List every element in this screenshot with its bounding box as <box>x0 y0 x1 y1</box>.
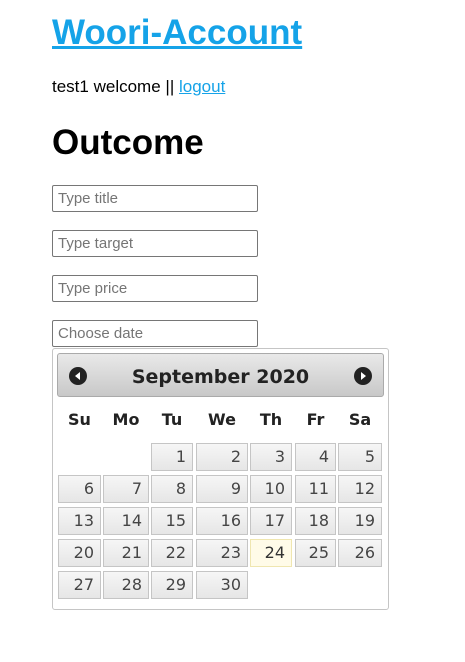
calendar-day[interactable]: 5 <box>338 443 382 471</box>
weekday-header: Mo <box>112 410 140 429</box>
calendar-day[interactable]: 12 <box>338 475 382 503</box>
site-title-link[interactable]: Woori-Account <box>52 13 302 52</box>
calendar-day-today[interactable]: 24 <box>250 539 292 567</box>
calendar-day[interactable]: 29 <box>151 571 193 599</box>
username: test1 <box>52 77 89 96</box>
weekday-header: Su <box>68 410 91 429</box>
date-input[interactable] <box>52 320 258 347</box>
weekday-header: Sa <box>348 410 372 429</box>
site-title: Woori-Account <box>52 8 302 58</box>
user-bar: test1 welcome || logout <box>52 77 225 97</box>
month-year-title: September 2020 <box>131 366 310 388</box>
calendar-day[interactable]: 15 <box>151 507 193 535</box>
calendar-day[interactable]: 2 <box>196 443 248 471</box>
calendar-day[interactable]: 19 <box>338 507 382 535</box>
calendar-day[interactable]: 23 <box>196 539 248 567</box>
calendar-day[interactable]: 18 <box>295 507 336 535</box>
calendar-day[interactable]: 8 <box>151 475 193 503</box>
calendar-day[interactable]: 14 <box>103 507 149 535</box>
calendar-day[interactable]: 11 <box>295 475 336 503</box>
weekday-header: We <box>208 410 236 429</box>
calendar-day[interactable]: 21 <box>103 539 149 567</box>
calendar-day[interactable]: 10 <box>250 475 292 503</box>
page-title: Outcome <box>52 123 204 162</box>
logout-link[interactable]: logout <box>179 77 225 96</box>
calendar-day[interactable]: 3 <box>250 443 292 471</box>
price-input[interactable] <box>52 275 258 302</box>
calendar-day[interactable]: 6 <box>58 475 101 503</box>
weekday-header: Tu <box>161 410 183 429</box>
calendar-day[interactable]: 16 <box>196 507 248 535</box>
title-input[interactable] <box>52 185 258 212</box>
calendar-day[interactable]: 7 <box>103 475 149 503</box>
datepicker-header: September 2020 <box>57 353 384 397</box>
datepicker: September 2020 Su Mo Tu We Th Fr Sa 1 2 3 4 5 6 7 8 9 10… <box>52 348 389 610</box>
calendar-day[interactable]: 20 <box>58 539 101 567</box>
calendar-day[interactable]: 22 <box>151 539 193 567</box>
calendar-day[interactable]: 13 <box>58 507 101 535</box>
calendar-day[interactable]: 27 <box>58 571 101 599</box>
weekday-header: Fr <box>306 410 325 429</box>
calendar-day[interactable]: 30 <box>196 571 248 599</box>
calendar-day[interactable]: 25 <box>295 539 336 567</box>
welcome-text: welcome <box>93 77 161 96</box>
calendar-day[interactable]: 17 <box>250 507 292 535</box>
next-month-icon[interactable] <box>354 367 372 385</box>
calendar-day[interactable]: 9 <box>196 475 248 503</box>
separator: || <box>165 77 175 96</box>
calendar-day[interactable]: 28 <box>103 571 149 599</box>
target-input[interactable] <box>52 230 258 257</box>
calendar-day[interactable]: 1 <box>151 443 193 471</box>
weekday-header: Th <box>259 410 283 429</box>
calendar-day[interactable]: 26 <box>338 539 382 567</box>
calendar-day[interactable]: 4 <box>295 443 336 471</box>
